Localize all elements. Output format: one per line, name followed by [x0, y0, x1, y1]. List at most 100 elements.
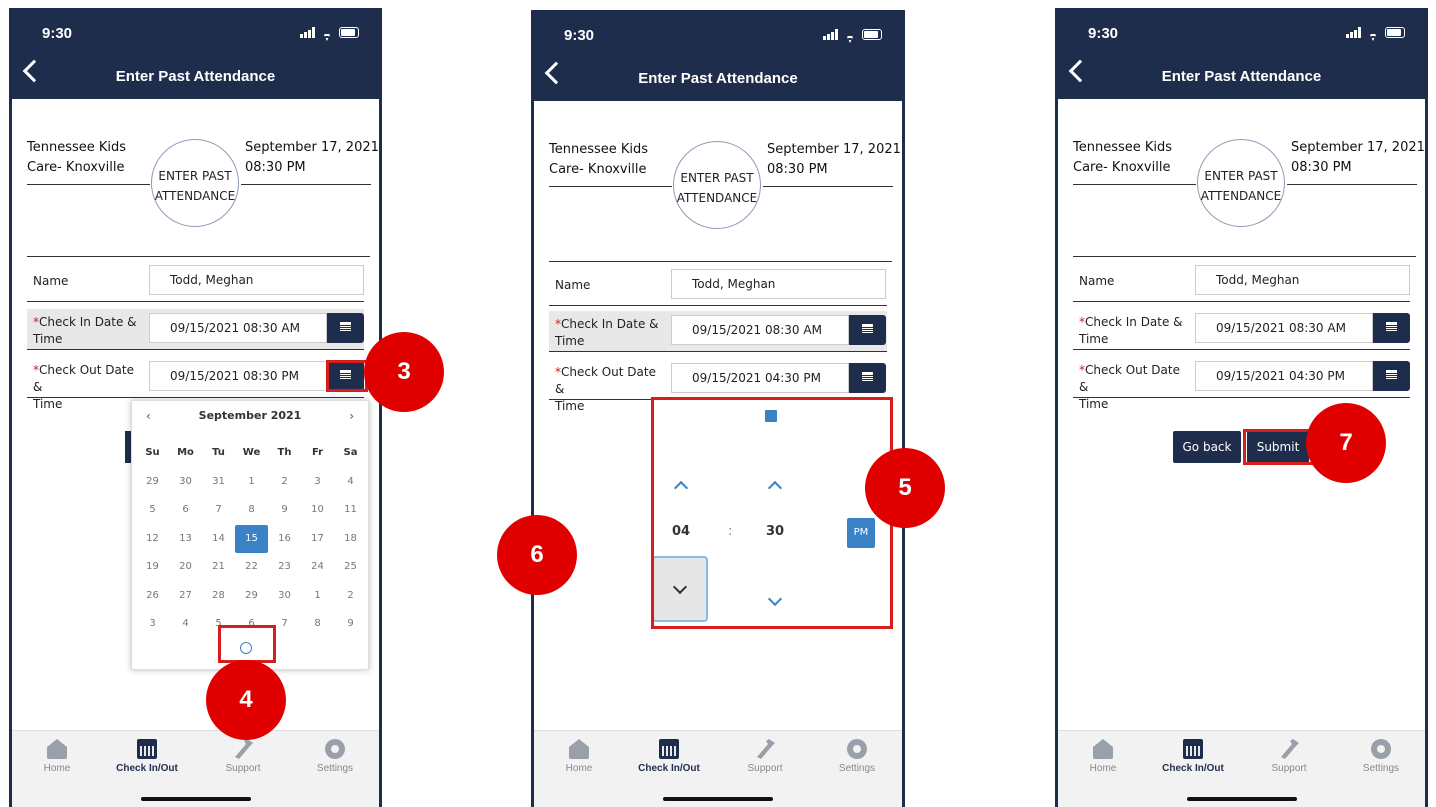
name-row: Name Todd, Meghan — [1073, 261, 1410, 302]
calendar-day[interactable]: 2 — [268, 468, 301, 497]
name-field[interactable]: Todd, Meghan — [671, 269, 886, 299]
calendar-day[interactable]: 22 — [235, 553, 268, 582]
calendar-day[interactable]: 26 — [136, 582, 169, 611]
nav-settings[interactable]: Settings — [822, 739, 892, 774]
calendar-day[interactable]: 16 — [268, 525, 301, 554]
nav-home[interactable]: Home — [1068, 739, 1138, 774]
calendar-day[interactable]: 21 — [202, 553, 235, 582]
next-month-button[interactable]: › — [349, 409, 354, 423]
calendar-day[interactable]: 7 — [202, 496, 235, 525]
nav-checkin[interactable]: Check In/Out — [112, 739, 182, 774]
calendar-day[interactable]: 30 — [268, 582, 301, 611]
checkin-calendar-button[interactable] — [1373, 313, 1410, 343]
wifi-icon — [1366, 27, 1380, 38]
logo-line2: ATTENDANCE — [1200, 189, 1282, 203]
checkin-field[interactable]: 09/15/2021 08:30 AM — [1195, 313, 1373, 343]
checkout-field[interactable]: 09/15/2021 04:30 PM — [671, 363, 849, 393]
calendar-day[interactable]: 1 — [235, 468, 268, 497]
checkin-calendar-button[interactable] — [849, 315, 886, 345]
checkout-label-text: Check Out Date & — [33, 363, 134, 394]
signal-icon — [300, 27, 315, 38]
nav-home-label: Home — [565, 763, 593, 774]
calendar-day[interactable]: 8 — [301, 610, 334, 639]
checkout-field[interactable]: 09/15/2021 08:30 PM — [149, 361, 327, 391]
calendar-day[interactable]: 6 — [169, 496, 202, 525]
divider — [549, 186, 672, 187]
calendar-day[interactable]: 15 — [235, 524, 268, 553]
nav-home[interactable]: Home — [544, 739, 614, 774]
calendar-day[interactable]: 31 — [202, 468, 235, 497]
nav-support[interactable]: Support — [208, 739, 278, 774]
checkout-calendar-button[interactable] — [1373, 361, 1410, 391]
name-row: Name Todd, Meghan — [549, 265, 887, 306]
calendar-day[interactable]: 29 — [136, 468, 169, 497]
calendar-day[interactable]: 3 — [136, 610, 169, 639]
home-icon — [569, 739, 589, 759]
calendar-day[interactable]: 14 — [202, 525, 235, 554]
name-field[interactable]: Todd, Meghan — [1195, 265, 1410, 295]
center-name-line1: Tennessee Kids — [1073, 140, 1173, 155]
wifi-icon — [320, 27, 334, 38]
name-field[interactable]: Todd, Meghan — [149, 265, 364, 295]
calendar-day[interactable]: 13 — [169, 525, 202, 554]
calendar-day[interactable]: 25 — [334, 553, 367, 582]
calendar-day[interactable]: 4 — [334, 468, 367, 497]
calendar-day[interactable]: 19 — [136, 553, 169, 582]
calendar-day[interactable]: 9 — [268, 496, 301, 525]
nav-checkin-label: Check In/Out — [638, 763, 700, 774]
nav-support[interactable]: Support — [1254, 739, 1324, 774]
calendar-day[interactable]: 12 — [136, 525, 169, 554]
status-icons — [300, 27, 359, 38]
calendar-day[interactable]: 2 — [334, 582, 367, 611]
top-bar: 9:30 Enter Past Attendance — [1058, 11, 1425, 99]
weekday-header: Tu — [212, 447, 225, 458]
callout-4: 4 — [206, 660, 286, 740]
calendar-day[interactable]: 4 — [169, 610, 202, 639]
gear-icon — [1371, 739, 1391, 759]
go-back-button[interactable]: Go back — [1173, 431, 1241, 463]
checkout-field[interactable]: 09/15/2021 04:30 PM — [1195, 361, 1373, 391]
bottom-nav: Home Check In/Out Support Settings — [12, 730, 379, 807]
calendar-day[interactable]: 27 — [169, 582, 202, 611]
nav-home[interactable]: Home — [22, 739, 92, 774]
calendar-day[interactable]: 30 — [169, 468, 202, 497]
status-icons — [1346, 27, 1405, 38]
calendar-day[interactable]: 3 — [301, 468, 334, 497]
nav-checkin[interactable]: Check In/Out — [1158, 739, 1228, 774]
checkin-label: *Check In Date & Time — [33, 314, 143, 348]
calendar-day[interactable]: 23 — [268, 553, 301, 582]
checkout-calendar-button[interactable] — [849, 363, 886, 393]
calendar-day[interactable]: 29 — [235, 582, 268, 611]
nav-support[interactable]: Support — [730, 739, 800, 774]
logo-line1: ENTER PAST — [680, 171, 754, 185]
nav-settings[interactable]: Settings — [300, 739, 370, 774]
calendar-day[interactable]: 5 — [136, 496, 169, 525]
calendar-day[interactable]: 18 — [334, 525, 367, 554]
calendar-day[interactable]: 20 — [169, 553, 202, 582]
calendar-day[interactable]: 10 — [301, 496, 334, 525]
calendar-day[interactable]: 9 — [334, 610, 367, 639]
calendar-day[interactable]: 11 — [334, 496, 367, 525]
status-icons — [823, 29, 882, 40]
calendar-day[interactable]: 1 — [301, 582, 334, 611]
home-indicator — [140, 797, 251, 801]
logo-line2: ATTENDANCE — [154, 189, 236, 203]
divider — [549, 261, 892, 262]
calendar-day[interactable]: 24 — [301, 553, 334, 582]
weekday-header: Th — [277, 447, 292, 458]
checkin-calendar-button[interactable] — [327, 313, 364, 343]
checkin-label: *Check In Date & Time — [1079, 314, 1189, 348]
checkin-label-text2: Time — [1079, 332, 1109, 346]
nav-settings[interactable]: Settings — [1346, 739, 1416, 774]
logo-line1: ENTER PAST — [1204, 169, 1278, 183]
calendar-day[interactable]: 28 — [202, 582, 235, 611]
calendar-day[interactable]: 17 — [301, 525, 334, 554]
divider — [241, 184, 371, 185]
calendar-day[interactable]: 8 — [235, 496, 268, 525]
checkin-field[interactable]: 09/15/2021 08:30 AM — [149, 313, 327, 343]
checkin-field[interactable]: 09/15/2021 08:30 AM — [671, 315, 849, 345]
phone-screen-3: 9:30 Enter Past Attendance Tennessee Kid… — [1055, 8, 1428, 807]
nav-checkin[interactable]: Check In/Out — [634, 739, 704, 774]
signal-icon — [1346, 27, 1361, 38]
logo-circle: ENTER PAST ATTENDANCE — [151, 139, 239, 227]
